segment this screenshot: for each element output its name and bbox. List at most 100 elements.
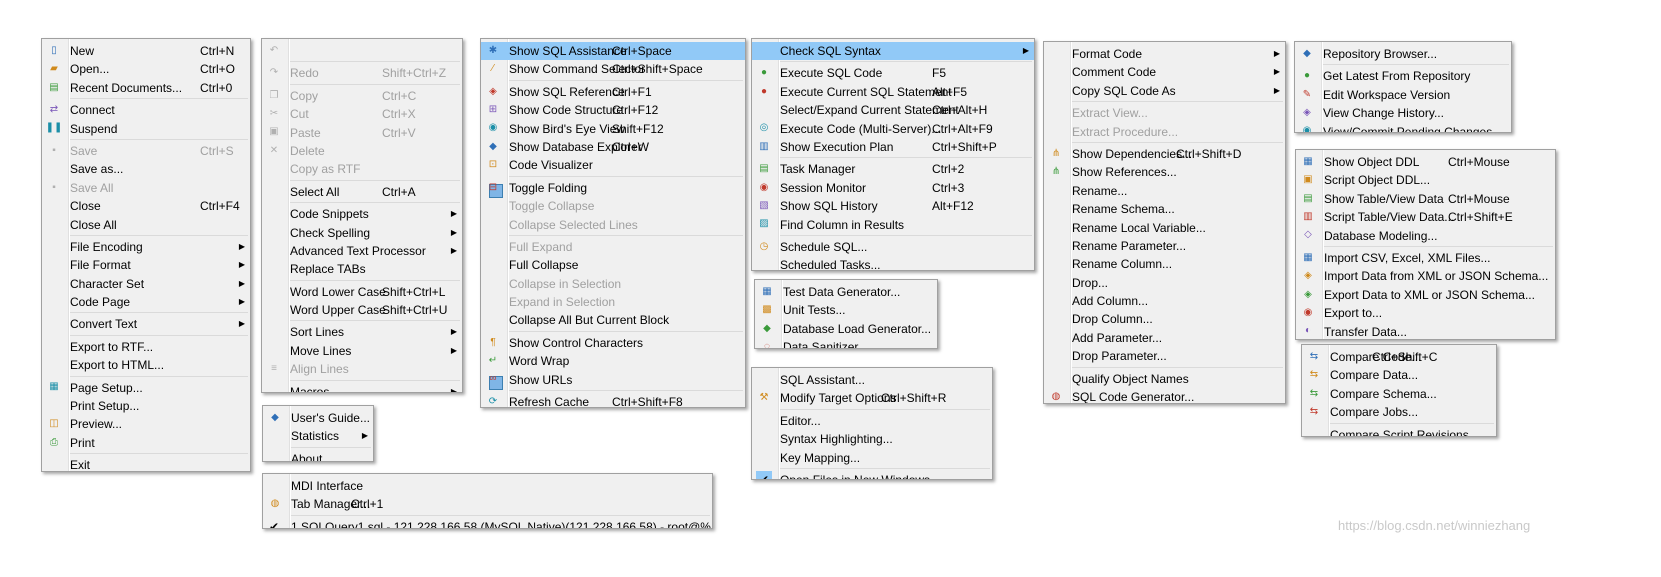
- options-item-key-mapping[interactable]: Key Mapping...: [752, 449, 992, 467]
- sql-item-schedule-sql[interactable]: ◷ Schedule SQL...: [752, 238, 1034, 256]
- edit-item-sort-lines[interactable]: Sort Lines ▶: [262, 323, 462, 341]
- refactor-item-drop[interactable]: Drop...: [1044, 274, 1285, 292]
- sql-item-select-expand-current-statement[interactable]: Select/Expand Current Statement Ctrl+Alt+…: [752, 101, 1034, 119]
- options-item-open-files-in-new-windows[interactable]: ✔ Open Files in New Windows: [752, 470, 992, 479]
- refactor-item-sql-code-generator[interactable]: ◍ SQL Code Generator...: [1044, 388, 1285, 403]
- ddl-item-show-table-view-data[interactable]: ▤ Show Table/View Data Ctrl+Mouse: [1296, 190, 1555, 208]
- view-item-show-urls[interactable]: ∞ Show URLs: [481, 371, 745, 390]
- view-item-toggle-collapse[interactable]: Toggle Collapse: [481, 197, 745, 215]
- compare-item-compare-data[interactable]: ⇆ Compare Data...: [1302, 366, 1496, 384]
- view-item-show-code-structure[interactable]: ⊞ Show Code Structure Ctrl+F12: [481, 101, 745, 119]
- file-item-print[interactable]: ⎙ Print: [42, 434, 250, 452]
- edit-item-copy-as-rtf[interactable]: Copy as RTF: [262, 160, 462, 178]
- file-item-file-format[interactable]: File Format ▶: [42, 256, 250, 274]
- file-item-code-page[interactable]: Code Page ▶: [42, 293, 250, 311]
- view-item-full-collapse[interactable]: Full Collapse: [481, 256, 745, 274]
- file-item-recent-documents[interactable]: ▤ Recent Documents... Ctrl+0: [42, 79, 250, 97]
- file-item-connect[interactable]: ⇄ Connect: [42, 101, 250, 119]
- options-item-syntax-highlighting[interactable]: Syntax Highlighting...: [752, 430, 992, 448]
- refactor-item-rename-parameter[interactable]: Rename Parameter...: [1044, 237, 1285, 255]
- file-item-close-all[interactable]: Close All: [42, 216, 250, 234]
- compare-item-compare-script-revisions[interactable]: Compare Script Revisions...: [1302, 426, 1496, 436]
- sql-item-find-column-in-results[interactable]: ▨ Find Column in Results: [752, 216, 1034, 234]
- view-item-collapse-all-but-current-block[interactable]: Collapse All But Current Block: [481, 311, 745, 329]
- view-item-show-bird-s-eye-view[interactable]: ◉ Show Bird's Eye View Shift+F12: [481, 120, 745, 138]
- ddl-item-export-to[interactable]: ◉ Export to...: [1296, 304, 1555, 322]
- help-item-user-s-guide[interactable]: ◆ User's Guide...: [263, 409, 373, 427]
- refactor-item-add-column[interactable]: Add Column...: [1044, 292, 1285, 310]
- file-item-save[interactable]: ▪ Save Ctrl+S: [42, 142, 250, 160]
- view-item-show-sql-assistance[interactable]: ✱ Show SQL Assistance Ctrl+Space: [481, 42, 745, 61]
- compare-item-compare-jobs[interactable]: ⇆ Compare Jobs...: [1302, 403, 1496, 421]
- ddl-item-import-csv-excel-xml-files[interactable]: ▦ Import CSV, Excel, XML Files...: [1296, 249, 1555, 267]
- file-item-export-to-html[interactable]: Export to HTML...: [42, 356, 250, 374]
- view-item-collapse-selected-lines[interactable]: Collapse Selected Lines: [481, 216, 745, 234]
- compare-item-compare-code[interactable]: ⇆ Compare Code... Ctrl+Shift+C: [1302, 348, 1496, 366]
- edit-item-check-spelling[interactable]: Check Spelling ▶: [262, 224, 462, 242]
- refactor-item-drop-column[interactable]: Drop Column...: [1044, 310, 1285, 328]
- sql-item-scheduled-tasks[interactable]: Scheduled Tasks...: [752, 256, 1034, 270]
- sql-item-check-sql-syntax[interactable]: Check SQL Syntax ▶: [752, 42, 1034, 61]
- help-item-statistics[interactable]: Statistics ▶: [263, 427, 373, 445]
- refactor-item-add-parameter[interactable]: Add Parameter...: [1044, 329, 1285, 347]
- edit-item-word-lower-case[interactable]: Word Lower Case Shift+Ctrl+L: [262, 283, 462, 301]
- edit-item-move-lines[interactable]: Move Lines ▶: [262, 342, 462, 360]
- refactor-item-rename-schema[interactable]: Rename Schema...: [1044, 200, 1285, 218]
- edit-item-macros[interactable]: Macros ▶: [262, 383, 462, 392]
- data-tools-item-unit-tests[interactable]: ▩ Unit Tests...: [755, 301, 937, 319]
- ddl-item-import-data-from-xml-or-json-schema[interactable]: ◈ Import Data from XML or JSON Schema...: [1296, 267, 1555, 285]
- file-item-preview[interactable]: ◫ Preview...: [42, 415, 250, 433]
- data-tools-item-data-sanitizer[interactable]: ◌ Data Sanitizer...: [755, 338, 937, 348]
- edit-item-advanced-text-processor[interactable]: Advanced Text Processor ▶: [262, 242, 462, 260]
- file-item-character-set[interactable]: Character Set ▶: [42, 275, 250, 293]
- file-item-close[interactable]: Close Ctrl+F4: [42, 197, 250, 215]
- view-item-full-expand[interactable]: Full Expand: [481, 238, 745, 256]
- ddl-item-transfer-data[interactable]: ◐ Transfer Data...: [1296, 323, 1555, 339]
- window-item-mdi-interface[interactable]: MDI Interface: [263, 477, 712, 495]
- view-item-collapse-in-selection[interactable]: Collapse in Selection: [481, 275, 745, 293]
- repository-item-view-commit-pending-changes[interactable]: ◉ View/Commit Pending Changes...: [1295, 123, 1511, 132]
- edit-item-delete[interactable]: ✕ Delete: [262, 142, 462, 160]
- view-item-toggle-folding[interactable]: ⊟ Toggle Folding: [481, 179, 745, 198]
- sql-item-session-monitor[interactable]: ◉ Session Monitor Ctrl+3: [752, 179, 1034, 197]
- data-tools-item-test-data-generator[interactable]: ▦ Test Data Generator...: [755, 283, 937, 301]
- repository-item-get-latest-from-repository[interactable]: ● Get Latest From Repository: [1295, 67, 1511, 85]
- ddl-item-script-table-view-data[interactable]: ▥ Script Table/View Data... Ctrl+Shift+E: [1296, 208, 1555, 226]
- options-item-editor[interactable]: Editor...: [752, 412, 992, 430]
- repository-item-view-change-history[interactable]: ◈ View Change History...: [1295, 104, 1511, 122]
- file-item-suspend[interactable]: ❚❚ Suspend: [42, 120, 250, 138]
- refactor-item-format-code[interactable]: Format Code ▶: [1044, 45, 1285, 63]
- refactor-item-extract-procedure[interactable]: Extract Procedure...: [1044, 123, 1285, 141]
- ddl-item-export-data-to-xml-or-json-schema[interactable]: ◈ Export Data to XML or JSON Schema...: [1296, 286, 1555, 304]
- window-item-tab-manager[interactable]: ◍ Tab Manager... Ctrl+1: [263, 495, 712, 513]
- view-item-show-command-selector[interactable]: ⁄ Show Command Selector Ctrl+Shift+Space: [481, 60, 745, 78]
- refactor-item-drop-parameter[interactable]: Drop Parameter...: [1044, 347, 1285, 365]
- edit-item-cut[interactable]: ✂ Cut Ctrl+X: [262, 105, 462, 123]
- sql-item-show-sql-history[interactable]: ▧ Show SQL History Alt+F12: [752, 197, 1034, 215]
- view-item-show-sql-reference[interactable]: ◈ Show SQL Reference Ctrl+F1: [481, 83, 745, 101]
- refactor-item-rename[interactable]: Rename...: [1044, 182, 1285, 200]
- options-item-sql-assistant[interactable]: SQL Assistant...: [752, 371, 992, 389]
- sql-item-execute-sql-code[interactable]: ● Execute SQL Code F5: [752, 64, 1034, 82]
- ddl-item-database-modeling[interactable]: ◇ Database Modeling...: [1296, 227, 1555, 245]
- ddl-item-script-object-ddl[interactable]: ▣ Script Object DDL...: [1296, 171, 1555, 189]
- refactor-item-show-dependencies[interactable]: ⋔ Show Dependencies... Ctrl+Shift+D: [1044, 145, 1285, 163]
- edit-item-redo[interactable]: ↷ Redo Shift+Ctrl+Z: [262, 64, 462, 82]
- view-item-expand-in-selection[interactable]: Expand in Selection: [481, 293, 745, 311]
- file-item-exit[interactable]: Exit: [42, 456, 250, 471]
- options-item-modify-target-options[interactable]: ⚒ Modify Target Options Ctrl+Shift+R: [752, 389, 992, 407]
- window-item-1-sqlquery1-sql-121-228-166-58-mysql-native-121-228-166-58-root[interactable]: ✔ 1 SQLQuery1.sql - 121.228.166.58 (MySQL…: [263, 518, 712, 528]
- view-item-refresh-cache[interactable]: ⟳ Refresh Cache Ctrl+Shift+F8: [481, 393, 745, 407]
- help-item-about[interactable]: About...: [263, 450, 373, 461]
- file-item-save-all[interactable]: ▪ Save All: [42, 179, 250, 197]
- ddl-item-show-object-ddl[interactable]: ▦ Show Object DDL Ctrl+Mouse: [1296, 153, 1555, 171]
- file-item-file-encoding[interactable]: File Encoding ▶: [42, 238, 250, 256]
- edit-item-align-lines[interactable]: ≡ Align Lines: [262, 360, 462, 378]
- edit-item-replace-tabs[interactable]: Replace TABs: [262, 260, 462, 278]
- file-item-print-setup[interactable]: Print Setup...: [42, 397, 250, 415]
- file-item-page-setup[interactable]: ▦ Page Setup...: [42, 379, 250, 397]
- sql-item-execute-current-sql-statement[interactable]: ● Execute Current SQL Statement Alt+F5: [752, 83, 1034, 101]
- data-tools-item-database-load-generator[interactable]: ◆ Database Load Generator...: [755, 320, 937, 338]
- refactor-item-rename-local-variable[interactable]: Rename Local Variable...: [1044, 219, 1285, 237]
- view-item-word-wrap[interactable]: ↵ Word Wrap: [481, 352, 745, 370]
